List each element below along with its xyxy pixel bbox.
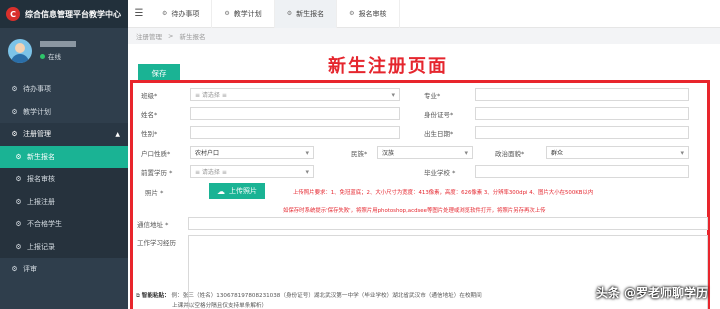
gear-icon: ⚙ [224, 10, 230, 17]
tab-label: 待办事项 [171, 9, 200, 18]
app-logo: C [6, 7, 20, 21]
gear-icon: ⚙ [15, 220, 22, 229]
sidebar-item-review[interactable]: ⚙ 报名审核 [0, 168, 128, 191]
gender-label: 性别* [141, 130, 158, 138]
breadcrumb-parent[interactable]: 注册管理 [136, 31, 162, 41]
hukou-select[interactable]: 农村户口 [190, 146, 314, 159]
address-label: 通信地址 * [137, 221, 169, 229]
paste-icon: ⧉ [136, 293, 140, 299]
upload-failure-tip: 如保存时系统提示'保存失败'，将照片用photoshop,acdsee等图片处理… [283, 208, 546, 214]
gear-icon: ⚙ [15, 175, 22, 184]
gear-icon: ⚙ [162, 10, 168, 17]
tab-todo[interactable]: ⚙ 待办事项 [150, 0, 213, 28]
tab-label: 新生报名 [296, 9, 325, 18]
idcard-input[interactable] [475, 107, 689, 120]
watermark: 头条 @罗老师聊学历 [595, 286, 708, 300]
birthdate-input[interactable] [475, 126, 689, 139]
breadcrumb-separator: > [168, 32, 174, 40]
tab-review[interactable]: ⚙ 报名审核 [337, 0, 400, 28]
sidebar-item-label: 上报记录 [27, 242, 55, 251]
photo-label: 照片 * [145, 189, 164, 197]
top-tab-bar: ☰ ⚙ 待办事项 ⚙ 教学计划 ⚙ 新生报名 ⚙ 报名审核 [128, 0, 720, 28]
sidebar-item-label: 报名审核 [27, 175, 55, 184]
gear-icon: ⚙ [11, 85, 18, 94]
name-input[interactable] [190, 107, 400, 120]
name-label: 姓名* [141, 111, 158, 119]
breadcrumb: 注册管理 > 新生报名 [128, 28, 720, 44]
class-select[interactable]: ≡ 请选择 ≡ [190, 88, 400, 101]
gear-icon: ⚙ [286, 10, 293, 17]
class-label: 班级* [141, 92, 158, 100]
user-name-redacted [40, 41, 76, 47]
ethnic-label: 民族* [351, 150, 368, 158]
gear-icon: ⚙ [349, 10, 355, 17]
hukou-label: 户口性质* [141, 150, 171, 158]
annotation-title: 新生注册页面 [328, 56, 448, 77]
tab-label: 报名审核 [358, 9, 387, 18]
major-input[interactable] [475, 88, 689, 101]
sidebar-item-teaching-plan[interactable]: ⚙ 教学计划 [0, 101, 128, 124]
gears-icon: ⚙ [11, 265, 18, 274]
brand-header: C 综合信息管理平台教学中心 [0, 0, 128, 28]
political-label: 政治面貌* [495, 150, 525, 158]
smart-paste-example: 例：张三（姓名）1306781978082310​38（身份证号）湖北武汉第一中… [171, 293, 482, 299]
sidebar-item-unqualified[interactable]: ⚙ 不合格学生 [0, 213, 128, 236]
gear-icon: ⚙ [15, 242, 22, 251]
major-label: 专业* [424, 92, 441, 100]
smart-paste-hint-line2: 上课并以空格分隔且仅支持单条解析） [172, 303, 268, 309]
address-input[interactable] [188, 217, 708, 230]
sidebar-item-todo[interactable]: ⚙ 待办事项 [0, 78, 128, 101]
user-status: 在线 [40, 51, 76, 61]
birthdate-label: 出生日期* [424, 130, 454, 138]
gear-icon: ⚙ [15, 197, 22, 206]
sidebar-item-registration[interactable]: ⚙ 注册管理 ▲ [0, 123, 128, 146]
tab-new-enrollment[interactable]: ⚙ 新生报名 [274, 0, 338, 28]
main-content: 新生注册页面 保存 班级* ≡ 请选择 ≡ 专业* 姓名* 身份证号* 性别* … [128, 44, 720, 309]
sidebar-item-new-enrollment[interactable]: ⚙ 新生报名 [0, 145, 128, 168]
user-panel: 在线 [0, 28, 128, 74]
upload-requirements: 上传照片要求：1、免冠蓝底；2、大小尺寸为宽度：413像素，高度：626像素 3… [293, 190, 594, 196]
prior-education-label: 前置学历 * [141, 169, 173, 177]
avatar[interactable] [8, 39, 32, 63]
sidebar-item-report-registration[interactable]: ⚙ 上报注册 [0, 190, 128, 213]
sidebar-item-report-records[interactable]: ⚙ 上报记录 [0, 235, 128, 258]
sidebar-item-label: 教学计划 [23, 107, 51, 116]
breadcrumb-current: 新生报名 [179, 33, 206, 41]
tab-label: 教学计划 [233, 9, 262, 18]
work-experience-label: 工作学习经历 [137, 239, 176, 247]
ethnic-select[interactable]: 汉族 [377, 146, 473, 159]
cloud-upload-icon: ☁ [217, 186, 225, 196]
gears-icon: ⚙ [11, 130, 18, 139]
sidebar-item-label: 待办事项 [23, 85, 51, 94]
upload-photo-label: 上传照片 [229, 187, 257, 195]
app-title: 综合信息管理平台教学中心 [25, 9, 121, 19]
menu-toggle-icon[interactable]: ☰ [128, 8, 150, 19]
prior-education-select[interactable]: ≡ 请选择 ≡ [190, 165, 314, 178]
gender-input[interactable] [190, 126, 400, 139]
sidebar: C 综合信息管理平台教学中心 在线 ⚙ 待办事项 ⚙ 教学计划 ⚙ 注册管理 ▲… [0, 0, 128, 309]
sidebar-item-label: 注册管理 [23, 130, 51, 139]
idcard-label: 身份证号* [424, 111, 454, 119]
chevron-up-icon: ▲ [115, 130, 120, 138]
annotation-highlight-frame: 班级* ≡ 请选择 ≡ 专业* 姓名* 身份证号* 性别* 出生日期* 户口性质… [130, 80, 710, 309]
graduation-school-input[interactable] [475, 165, 689, 178]
sidebar-item-label: 不合格学生 [27, 220, 62, 229]
sidebar-item-label: 上报注册 [27, 197, 55, 206]
sidebar-menu: ⚙ 待办事项 ⚙ 教学计划 ⚙ 注册管理 ▲ ⚙ 新生报名 ⚙ 报名审核 ⚙ 上… [0, 78, 128, 281]
political-select[interactable]: 群众 [546, 146, 689, 159]
tab-teaching-plan[interactable]: ⚙ 教学计划 [212, 0, 275, 28]
sidebar-item-label: 评审 [23, 265, 37, 274]
gear-icon: ⚙ [15, 152, 22, 161]
smart-paste-label: 智能粘贴： [141, 293, 170, 299]
sidebar-item-label: 新生报名 [27, 152, 55, 161]
online-dot-icon [40, 53, 45, 59]
sidebar-item-evaluation[interactable]: ⚙ 评审 [0, 258, 128, 281]
smart-paste-hint: ⧉ 智能粘贴： 例：张三（姓名）1306781978082310​38（身份证号… [136, 291, 482, 300]
graduation-school-label: 毕业学校 * [424, 169, 456, 177]
status-text: 在线 [48, 53, 61, 61]
gear-icon: ⚙ [11, 107, 18, 116]
upload-photo-button[interactable]: ☁ 上传照片 [209, 183, 265, 199]
